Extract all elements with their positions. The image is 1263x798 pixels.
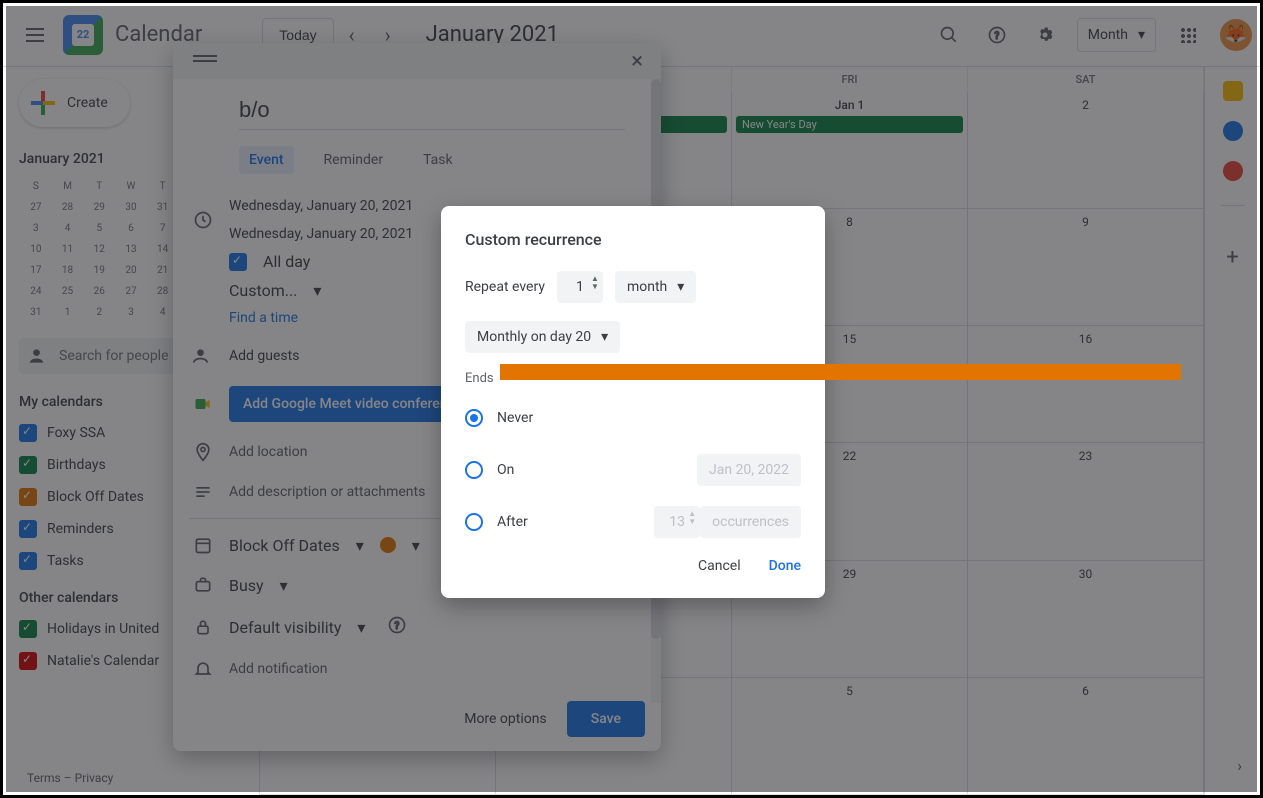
stepper-icon[interactable]: ▲▼ <box>591 275 599 291</box>
ends-on-date-input[interactable]: Jan 20, 2022 <box>697 454 801 486</box>
event-bar[interactable] <box>500 364 1181 380</box>
repeat-interval-value: 1 <box>576 279 584 295</box>
repeat-unit-value: month <box>627 279 667 295</box>
cancel-button[interactable]: Cancel <box>698 558 741 574</box>
occurrences-count-value: 13 <box>669 514 685 530</box>
ends-after-label: After <box>497 514 528 530</box>
ends-never-label: Never <box>497 410 533 426</box>
monthly-rule-select[interactable]: Monthly on day 20 ▾ <box>465 321 620 353</box>
stepper-icon: ▲▼ <box>688 510 696 526</box>
chevron-down-icon: ▾ <box>601 329 608 345</box>
repeat-interval-input[interactable]: 1 ▲▼ <box>557 271 603 303</box>
monthly-rule-value: Monthly on day 20 <box>477 329 591 345</box>
modal-title: Custom recurrence <box>465 230 801 249</box>
chevron-down-icon: ▾ <box>677 279 684 295</box>
ends-never-radio[interactable] <box>465 409 483 427</box>
custom-recurrence-modal: Custom recurrence Repeat every 1 ▲▼ mont… <box>441 206 825 598</box>
done-button[interactable]: Done <box>769 558 801 574</box>
occurrences-count-input[interactable]: 13 ▲▼ <box>654 506 700 538</box>
repeat-unit-select[interactable]: month ▾ <box>615 271 696 303</box>
repeat-every-label: Repeat every <box>465 279 545 295</box>
ends-on-radio[interactable] <box>465 461 483 479</box>
occurrences-label: occurrences <box>700 506 801 538</box>
ends-on-label: On <box>497 462 514 478</box>
ends-after-radio[interactable] <box>465 513 483 531</box>
